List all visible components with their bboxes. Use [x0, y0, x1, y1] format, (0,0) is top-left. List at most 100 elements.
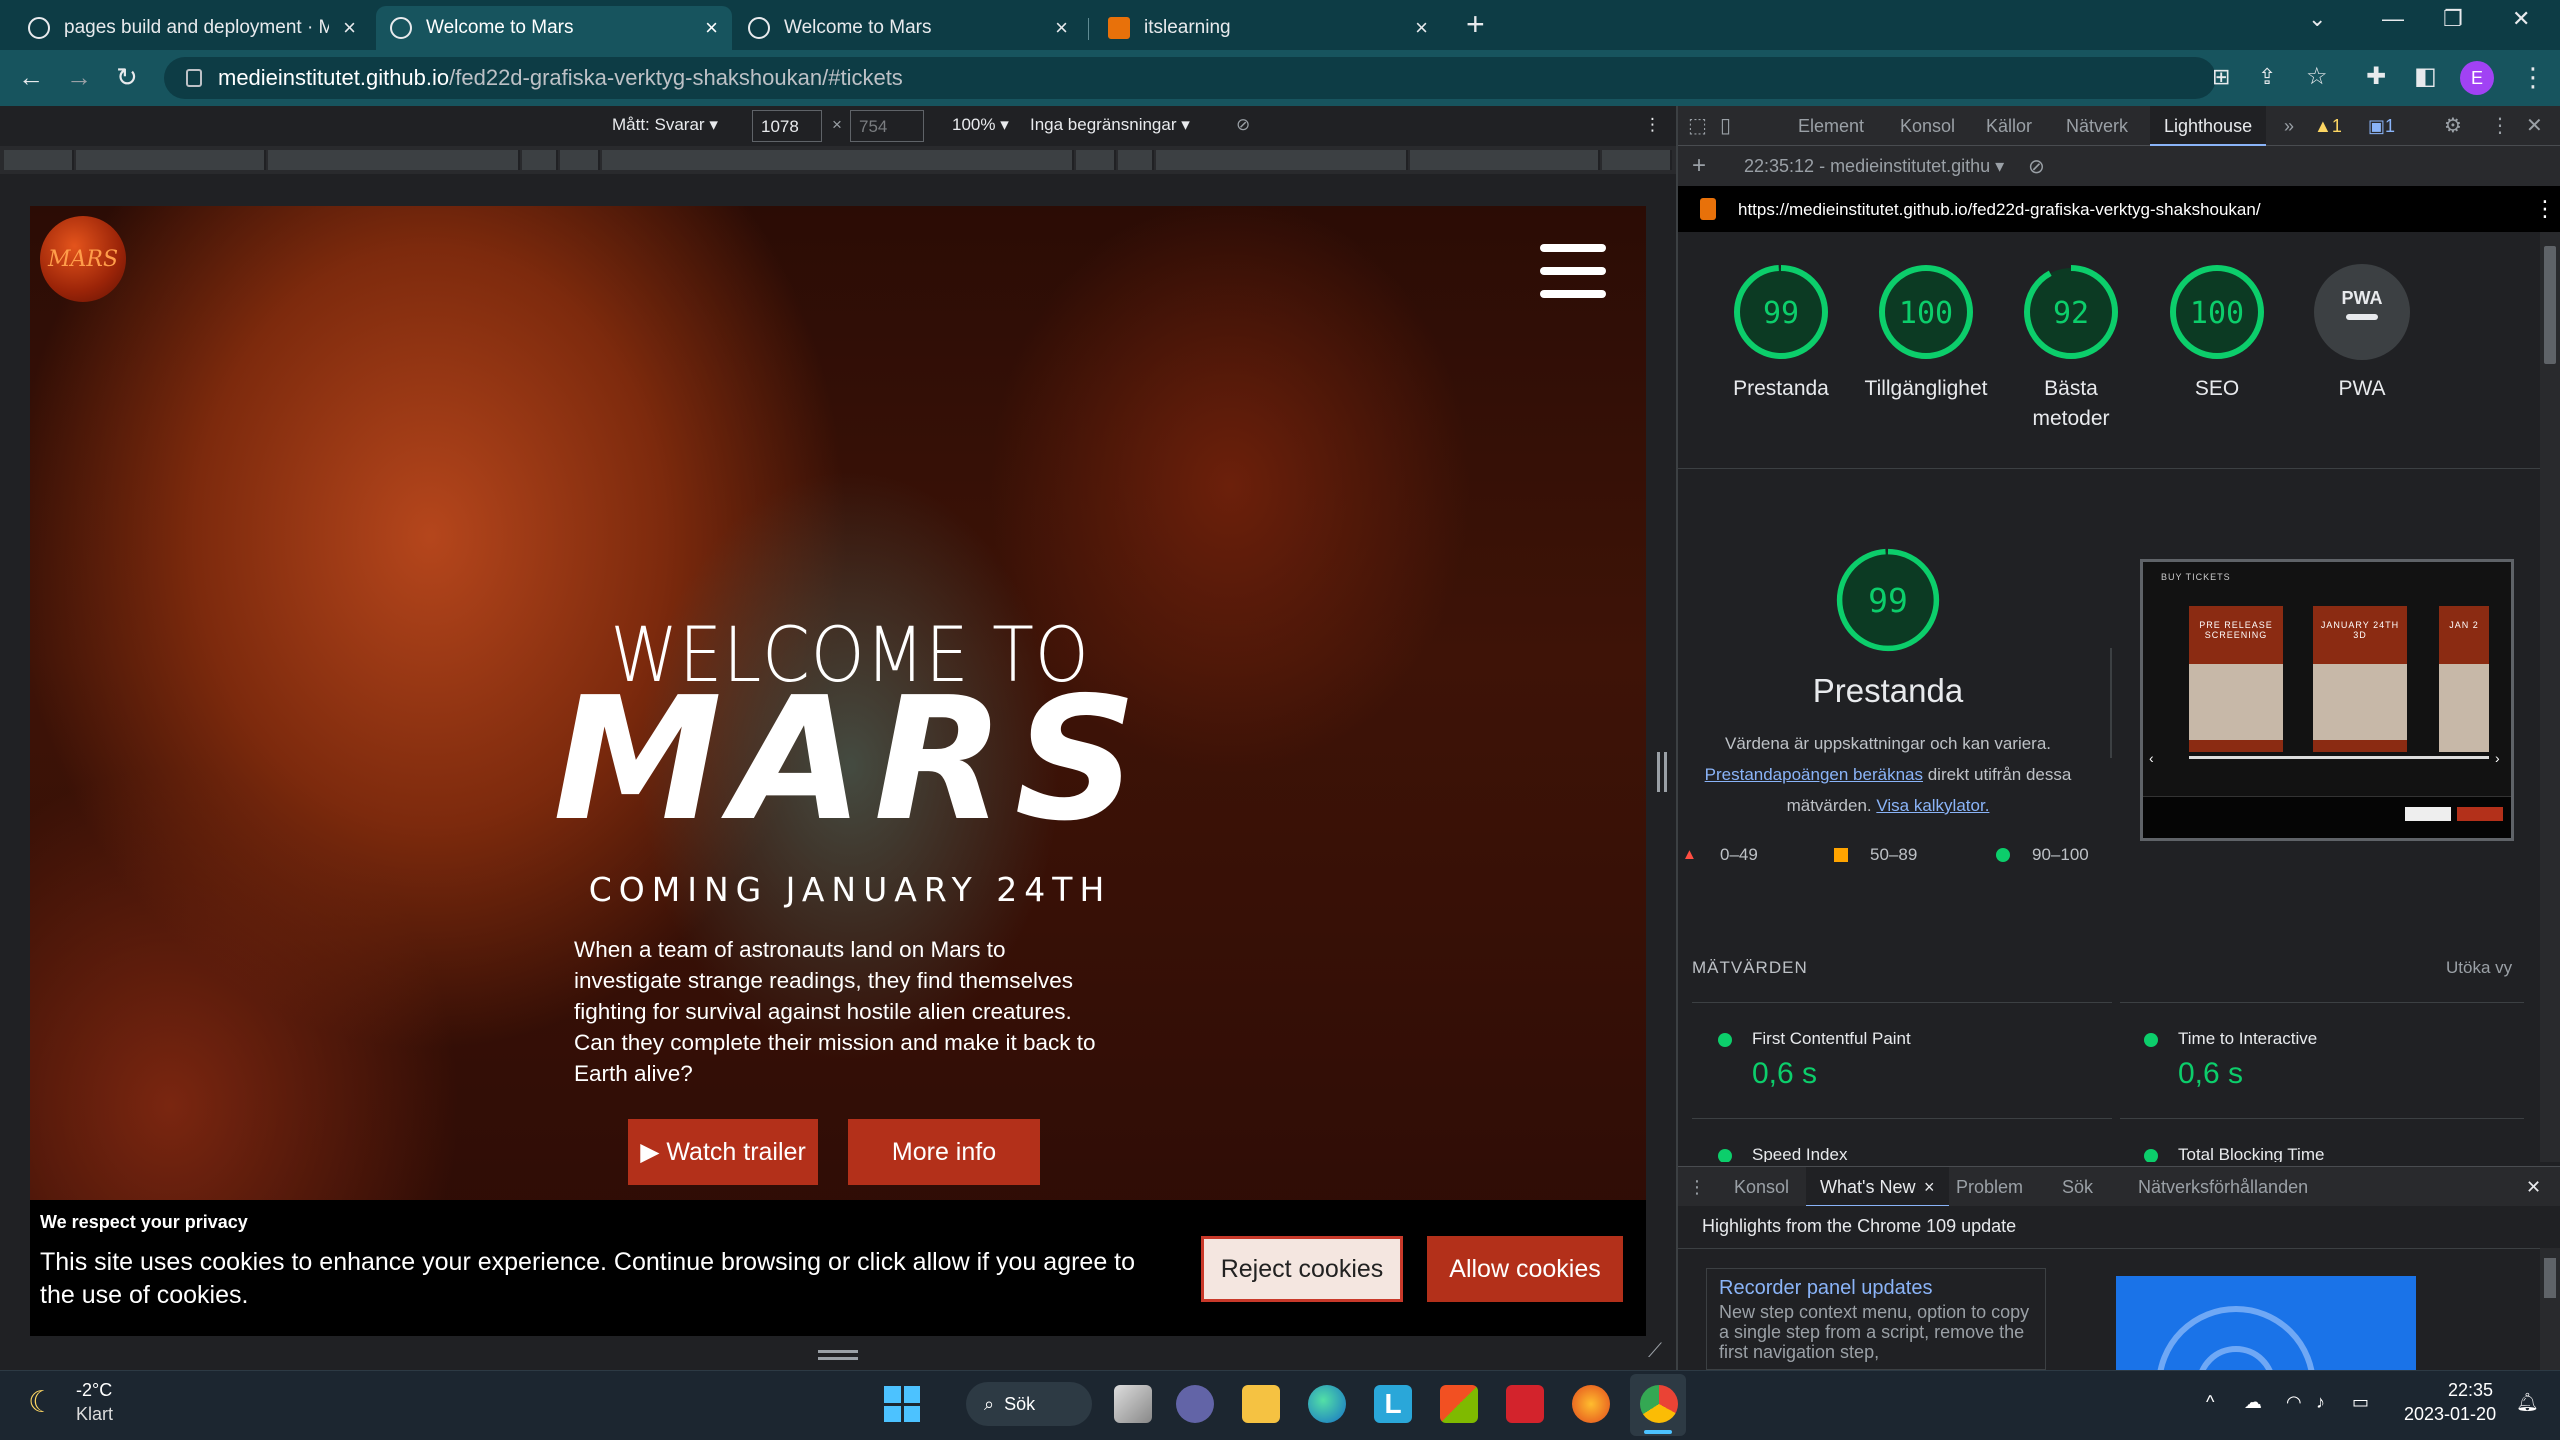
rotate-disabled-icon[interactable]: ⊘ [1236, 115, 1250, 135]
tab-search-icon[interactable]: ⌄ [2308, 6, 2326, 32]
tab-welcome[interactable]: Welcome to Mars × [734, 6, 1082, 50]
back-icon[interactable]: ← [18, 62, 44, 92]
windows-start-icon[interactable] [884, 1386, 920, 1422]
more-info-button[interactable]: More info [848, 1119, 1040, 1185]
drawer-scrollbar[interactable] [2540, 1248, 2560, 1370]
moon-weather-icon[interactable]: ☾ [28, 1385, 55, 1420]
devtools-tab-sources[interactable]: Källor [1986, 106, 2032, 146]
devtools-menu-icon[interactable]: ⋮ [2490, 106, 2510, 146]
close-drawer-tab-icon[interactable]: × [1924, 1167, 1935, 1207]
pwa-badge[interactable]: PWA [2312, 262, 2412, 362]
forward-icon[interactable]: → [66, 62, 92, 92]
store-icon[interactable] [1440, 1385, 1478, 1423]
close-tab-icon[interactable]: × [343, 15, 356, 41]
device-more-icon[interactable]: ⋮ [1644, 115, 1661, 135]
new-report-icon[interactable]: + [1692, 152, 1706, 180]
hamburger-menu-icon[interactable] [1540, 244, 1606, 298]
devtools-tab-network[interactable]: Nätverk [2066, 106, 2128, 146]
drawer-tab-search[interactable]: Sök [2062, 1167, 2093, 1207]
report-url[interactable]: https://medieinstitutet.github.io/fed22d… [1738, 200, 2261, 220]
translate-icon[interactable]: ⊞ [2212, 62, 2230, 92]
throttling-select[interactable]: Inga begränsningar ▾ [1030, 115, 1190, 135]
profile-avatar[interactable]: E [2460, 61, 2494, 95]
clear-reports-icon[interactable]: ⊘ [2028, 154, 2045, 179]
mars-logo[interactable]: MARS [40, 216, 126, 302]
inspect-icon[interactable]: ⬚ [1688, 106, 1707, 146]
watch-trailer-button[interactable]: ▶ Watch trailer [628, 1119, 818, 1185]
teams-chat-icon[interactable] [1176, 1385, 1214, 1423]
warning-badge[interactable]: ▲1 [2314, 106, 2342, 146]
weather-temp[interactable]: -2°C [76, 1380, 112, 1401]
drawer-card[interactable]: Recorder panel updates New step context … [1706, 1268, 2046, 1370]
restore-icon[interactable]: ❐ [2443, 6, 2463, 32]
tab-welcome-active[interactable]: Welcome to Mars × [376, 6, 732, 50]
height-input[interactable]: 754 [850, 110, 924, 142]
report-scrollbar[interactable] [2540, 232, 2560, 1162]
report-selector[interactable]: 22:35:12 - medieinstitutet.githu ▾ [1744, 156, 2004, 177]
onedrive-cloud-icon[interactable]: ☁ [2244, 1392, 2262, 1413]
zoom-select[interactable]: 100% ▾ [952, 115, 1009, 135]
edge-icon[interactable] [1308, 1385, 1346, 1423]
close-tab-icon[interactable]: × [1055, 15, 1068, 41]
settings-gear-icon[interactable]: ⚙ [2444, 106, 2462, 146]
mcafee-icon[interactable] [1506, 1385, 1544, 1423]
devtools-tab-lighthouse[interactable]: Lighthouse [2150, 106, 2267, 146]
score-gauge-accessibility[interactable]: 100 [1876, 262, 1976, 362]
extensions-icon[interactable]: ✚ [2366, 62, 2386, 92]
dimensions-select[interactable]: Mått: Svarar ▾ [612, 115, 718, 135]
devtools-tab-console[interactable]: Konsol [1900, 106, 1955, 146]
tab-github[interactable]: pages build and deployment · Me × [14, 6, 370, 50]
allow-cookies-button[interactable]: Allow cookies [1427, 1236, 1623, 1302]
chrome-icon[interactable] [1640, 1385, 1678, 1423]
notifications-icon[interactable]: 🔔︎ [2516, 1392, 2539, 1413]
tab-itslearning[interactable]: itslearning × [1094, 6, 1442, 50]
clock-time[interactable]: 22:35 [2448, 1380, 2493, 1401]
drawer-tab-issues[interactable]: Problem [1956, 1167, 2023, 1207]
firefox-icon[interactable] [1572, 1385, 1610, 1423]
side-resize-handle[interactable] [1657, 752, 1667, 792]
final-screenshot-thumbnail[interactable]: BUY TICKETS PRE RELEASE SCREENING JANUAR… [2140, 559, 2514, 841]
more-tabs-icon[interactable]: » [2284, 106, 2294, 146]
close-devtools-icon[interactable]: ✕ [2526, 106, 2543, 146]
score-gauge-performance[interactable]: 99 [1731, 262, 1831, 362]
reload-icon[interactable]: ↻ [116, 62, 138, 92]
corner-resize-icon[interactable]: ⟋ [1648, 1340, 1662, 1363]
new-tab-button[interactable]: + [1466, 6, 1485, 43]
devtools-tab-element[interactable]: Element [1798, 106, 1864, 146]
volume-icon[interactable]: ♪ [2316, 1392, 2325, 1413]
drawer-menu-icon[interactable]: ⋮ [1688, 1167, 1706, 1207]
calculator-link[interactable]: Visa kalkylator. [1876, 796, 1989, 815]
taskbar-search[interactable]: ⌕ Sök [966, 1382, 1092, 1426]
perf-score-link[interactable]: Prestandapoängen beräknas [1705, 765, 1923, 784]
address-bar[interactable]: medieinstitutet.github.io/fed22d-grafisk… [164, 57, 2216, 99]
thumb-title: BUY TICKETS [2161, 572, 2231, 582]
show-hidden-icons[interactable]: ^ [2206, 1392, 2214, 1413]
drawer-tab-network-conditions[interactable]: Nätverksförhållanden [2138, 1167, 2308, 1207]
close-tab-icon[interactable]: × [705, 15, 718, 41]
score-gauge-seo[interactable]: 100 [2167, 262, 2267, 362]
side-panel-icon[interactable]: ◧ [2414, 62, 2437, 92]
devtools-tab-bar: ⬚ ▯ Element Konsol Källor Nätverk Lighth… [1678, 106, 2560, 146]
width-input[interactable]: 1078 [752, 110, 822, 142]
bottom-resize-handle[interactable] [818, 1350, 858, 1360]
score-gauge-best-practices[interactable]: 92 [2021, 262, 2121, 362]
drawer-tab-console[interactable]: Konsol [1734, 1167, 1789, 1207]
device-toggle-icon[interactable]: ▯ [1720, 106, 1731, 146]
bookmark-star-icon[interactable]: ☆ [2306, 62, 2328, 92]
battery-icon[interactable]: ▭ [2352, 1392, 2369, 1413]
menu-kebab-icon[interactable]: ⋮ [2520, 62, 2546, 92]
expand-view-toggle[interactable]: Utöka vy [2446, 958, 2512, 978]
close-tab-icon[interactable]: × [1415, 15, 1428, 41]
share-icon[interactable]: ⇪ [2258, 62, 2276, 92]
reject-cookies-button[interactable]: Reject cookies [1201, 1236, 1403, 1302]
minimize-icon[interactable]: — [2382, 6, 2404, 32]
task-view-icon[interactable] [1114, 1385, 1152, 1423]
wifi-icon[interactable]: ◠ [2286, 1392, 2302, 1413]
clock-date[interactable]: 2023-01-20 [2404, 1404, 2496, 1425]
report-menu-icon[interactable]: ⋮ [2534, 196, 2556, 222]
file-explorer-icon[interactable] [1242, 1385, 1280, 1423]
l-app-icon[interactable]: L [1374, 1385, 1412, 1423]
close-drawer-icon[interactable]: ✕ [2526, 1167, 2541, 1207]
close-window-icon[interactable]: ✕ [2512, 6, 2530, 32]
message-badge[interactable]: ▣1 [2368, 106, 2395, 146]
